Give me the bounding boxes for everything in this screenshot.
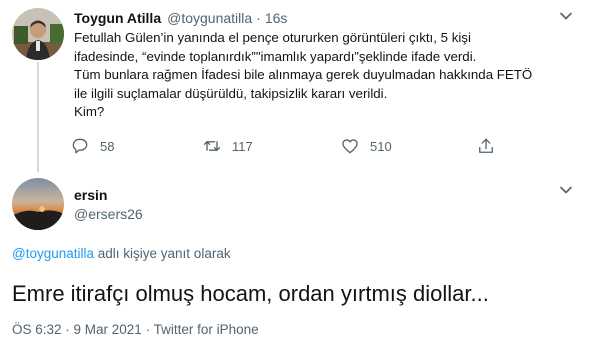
parent-tweet[interactable]: Toygun Atilla @toygunatilla · 16s Fetull…: [0, 0, 592, 172]
reply-count: 58: [100, 138, 115, 154]
retweet-count: 117: [232, 138, 253, 154]
tweet-time[interactable]: 16s: [265, 10, 288, 26]
tweet-meta[interactable]: ÖS 6:32 · 9 Mar 2021 · Twitter for iPhon…: [12, 322, 259, 337]
retweet-button[interactable]: 117: [202, 136, 253, 156]
tweet-line: Fetullah Gülen’in yanında el pençe oturu…: [74, 30, 471, 45]
tweet-line: Tüm bunlara rağmen İfadesi bile alınmaya…: [74, 67, 533, 82]
reply-to-mention[interactable]: @toygunatilla: [12, 246, 94, 261]
tweet-text: Fetullah Gülen’in yanında el pençe oturu…: [74, 29, 574, 122]
reply-button[interactable]: 58: [70, 136, 114, 156]
reply-author-name[interactable]: ersin: [74, 187, 107, 203]
action-bar: 58 117 510: [70, 136, 500, 158]
chevron-down-icon: [560, 186, 572, 194]
heart-icon: [342, 139, 358, 154]
header-separator: ·: [256, 10, 261, 26]
reply-more-button[interactable]: [554, 180, 578, 200]
tweet-line: ile ilgili suçlamalar düşürüldü, takipsi…: [74, 85, 388, 101]
reply-author-handle[interactable]: @ersers26: [74, 206, 143, 222]
like-count: 510: [370, 138, 392, 154]
tweet-line: Kim?: [74, 104, 105, 119]
more-button[interactable]: [554, 6, 578, 26]
reply-icon: [72, 138, 88, 154]
reply-text: Emre itirafçı olmuş hocam, ordan yırtmış…: [12, 281, 489, 306]
reply-to-label: adlı kişiye yanıt olarak: [94, 246, 231, 261]
reply-avatar[interactable]: [12, 178, 64, 230]
tweet-line: ifadesinde, “evinde toplanırdık”"imamlık…: [74, 48, 477, 64]
thread-connector: [37, 62, 39, 172]
avatar[interactable]: [12, 8, 64, 60]
avatar-image: [12, 8, 64, 60]
share-button[interactable]: [476, 136, 496, 156]
tweet-header: Toygun Atilla @toygunatilla · 16s: [74, 10, 287, 26]
replying-to: @toygunatilla adlı kişiye yanıt olarak: [12, 246, 231, 261]
avatar-image: [12, 178, 64, 230]
author-handle[interactable]: @toygunatilla: [167, 10, 252, 26]
chevron-down-icon: [560, 12, 572, 20]
author-name[interactable]: Toygun Atilla: [74, 10, 161, 26]
retweet-icon: [203, 141, 221, 151]
share-icon: [479, 138, 493, 153]
like-button[interactable]: 510: [340, 136, 392, 156]
